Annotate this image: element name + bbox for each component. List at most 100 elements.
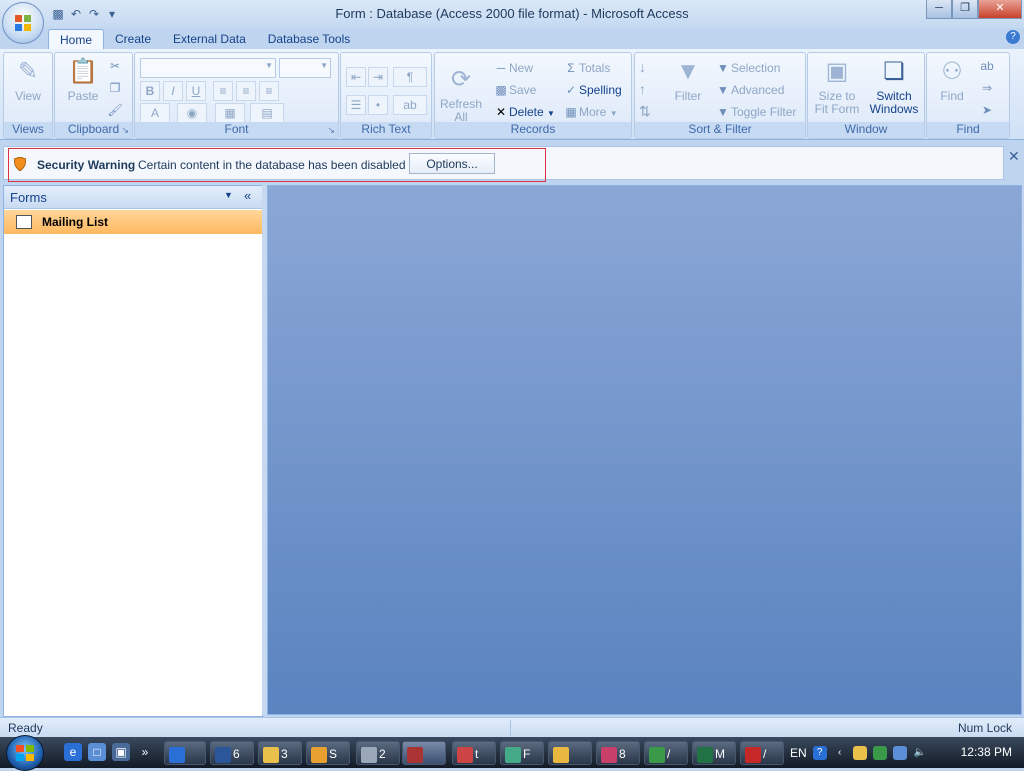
size-to-fit-button[interactable]: ▣ Size to Fit Form — [812, 57, 862, 116]
sort-descending-button[interactable]: ↑ — [639, 81, 646, 97]
customize-icon[interactable]: ▾ — [104, 6, 120, 22]
taskbar-excel[interactable]: M — [692, 741, 736, 765]
taskbar-folder[interactable]: S — [306, 741, 350, 765]
redo-icon[interactable]: ↷ — [86, 6, 102, 22]
tray-chevron-icon[interactable]: ‹ — [833, 746, 847, 760]
chevron-right-icon[interactable]: » — [136, 743, 154, 761]
switch-windows-button[interactable]: ❏ Switch Windows — [866, 57, 922, 116]
minimize-button[interactable]: ─ — [926, 0, 952, 19]
save-icon[interactable]: ▩ — [50, 6, 66, 22]
clock[interactable]: 12:38 PM — [961, 745, 1012, 759]
chevron-down-icon[interactable]: ▼ — [224, 190, 236, 202]
taskbar-word[interactable]: 6 — [210, 741, 254, 765]
close-button[interactable]: ✕ — [978, 0, 1022, 19]
navigation-pane-header[interactable]: Forms ▼ « — [4, 186, 262, 209]
underline-button[interactable]: U — [186, 81, 206, 101]
gridlines-button[interactable]: ▦ — [215, 103, 245, 123]
find-group-label: Find — [927, 122, 1009, 138]
align-left-icon: ≡ — [219, 84, 227, 98]
find-label: Find — [940, 89, 964, 103]
options-button[interactable]: Options... — [409, 153, 495, 174]
font-name-combo[interactable]: ▼ — [140, 58, 276, 78]
taskbar-app-2[interactable]: F — [500, 741, 544, 765]
toggle-filter-button[interactable]: ▼ Toggle Filter — [715, 105, 796, 119]
taskbar-label: 8 — [619, 747, 626, 761]
delete-button[interactable]: ✕ Delete ▼ — [493, 105, 555, 119]
start-button[interactable] — [6, 735, 44, 771]
highlight-button[interactable]: ab — [393, 95, 427, 115]
fill-color-button[interactable]: ◉ — [177, 103, 207, 123]
clipboard-launcher-icon[interactable]: ↘ — [121, 125, 129, 136]
undo-icon[interactable]: ↶ — [68, 6, 84, 22]
save-label: Save — [509, 83, 537, 97]
format-painter-button[interactable]: 🖌 — [107, 103, 123, 117]
restore-button[interactable]: ❐ — [952, 0, 978, 19]
taskbar-explorer[interactable]: 3 — [258, 741, 302, 765]
taskbar-access[interactable] — [402, 741, 446, 765]
align-center-button[interactable]: ≡ — [236, 81, 256, 101]
spelling-label: Spelling — [579, 83, 622, 97]
new-label: New — [509, 61, 534, 75]
italic-button[interactable]: I — [163, 81, 183, 101]
select-button[interactable]: ➤ — [979, 103, 995, 117]
tab-external-data[interactable]: External Data — [162, 29, 257, 49]
cut-button[interactable]: ✂ — [107, 59, 123, 73]
help-icon[interactable]: ? — [812, 745, 827, 760]
bullets-button[interactable]: • — [368, 95, 388, 115]
help-icon[interactable]: ? — [1006, 30, 1020, 44]
desktop-icon[interactable]: □ — [88, 743, 106, 761]
pilcrow-icon: ¶ — [406, 70, 414, 84]
font-launcher-icon[interactable]: ↘ — [327, 125, 335, 136]
selection-label: Selection — [731, 61, 781, 75]
font-color-button[interactable]: A — [140, 103, 170, 123]
spelling-button[interactable]: ✓ Spelling — [563, 83, 622, 97]
align-left-button[interactable]: ≡ — [213, 81, 233, 101]
taskbar-app-1[interactable]: t — [452, 741, 496, 765]
numbering-button[interactable]: ☰ — [346, 95, 366, 115]
goto-button[interactable]: ⇒ — [979, 81, 995, 95]
new-record-button[interactable]: ─ New — [493, 61, 533, 75]
sort-ascending-button[interactable]: ↓ — [639, 59, 646, 75]
filter-button[interactable]: ▼ Filter — [669, 57, 707, 103]
office-button[interactable] — [2, 2, 44, 44]
copy-button[interactable]: ❐ — [107, 81, 123, 95]
tab-database-tools[interactable]: Database Tools — [257, 29, 362, 49]
taskbar-calculator[interactable]: 2 — [356, 741, 400, 765]
switch-windows-icon[interactable]: ▣ — [112, 743, 130, 761]
taskbar-acrobat[interactable]: / — [740, 741, 784, 765]
ie-icon[interactable]: e — [64, 743, 82, 761]
taskbar-app-5[interactable]: / — [644, 741, 688, 765]
collapse-pane-icon[interactable]: « — [244, 188, 251, 203]
align-right-button[interactable]: ≡ — [259, 81, 279, 101]
paste-button[interactable]: 📋 Paste — [63, 57, 103, 103]
clear-sort-button[interactable]: ⇅ — [639, 103, 651, 120]
folder-icon — [311, 746, 327, 763]
taskbar-app-4[interactable]: 8 — [596, 741, 640, 765]
taskbar-app-3[interactable] — [548, 741, 592, 765]
save-record-button[interactable]: ▩ Save — [493, 83, 536, 97]
font-size-combo[interactable]: ▼ — [279, 58, 331, 78]
network-icon[interactable] — [892, 745, 907, 760]
selection-button[interactable]: ▼ Selection — [715, 61, 780, 75]
close-message-bar-icon[interactable]: ✕ — [1008, 148, 1020, 165]
volume-icon[interactable]: 🔈 — [913, 746, 927, 760]
taskbar-ie[interactable] — [164, 741, 206, 765]
refresh-all-button[interactable]: ⟳ Refresh All — [439, 65, 483, 124]
find-button[interactable]: ⚇ Find — [931, 57, 973, 103]
bold-button[interactable]: B — [140, 81, 160, 101]
tray-app-icon[interactable] — [852, 745, 867, 760]
language-indicator[interactable]: EN — [790, 746, 807, 760]
tab-home[interactable]: Home — [48, 29, 105, 49]
view-button[interactable]: ✎ View — [12, 57, 44, 103]
advanced-button[interactable]: ▼ Advanced — [715, 83, 784, 97]
replace-button[interactable]: ab — [979, 59, 995, 73]
paragraph-direction-button[interactable]: ¶ — [393, 67, 427, 87]
more-button[interactable]: ▦ More ▼ — [563, 105, 617, 119]
nav-item-mailing-list[interactable]: Mailing List — [4, 210, 262, 234]
alternate-fill-button[interactable]: ▤ — [250, 103, 284, 123]
tab-create[interactable]: Create — [104, 29, 162, 49]
increase-indent-button[interactable]: ⇥ — [368, 67, 388, 87]
totals-button[interactable]: Σ Totals — [563, 61, 610, 75]
decrease-indent-button[interactable]: ⇤ — [346, 67, 366, 87]
tray-app-icon[interactable] — [872, 745, 887, 760]
